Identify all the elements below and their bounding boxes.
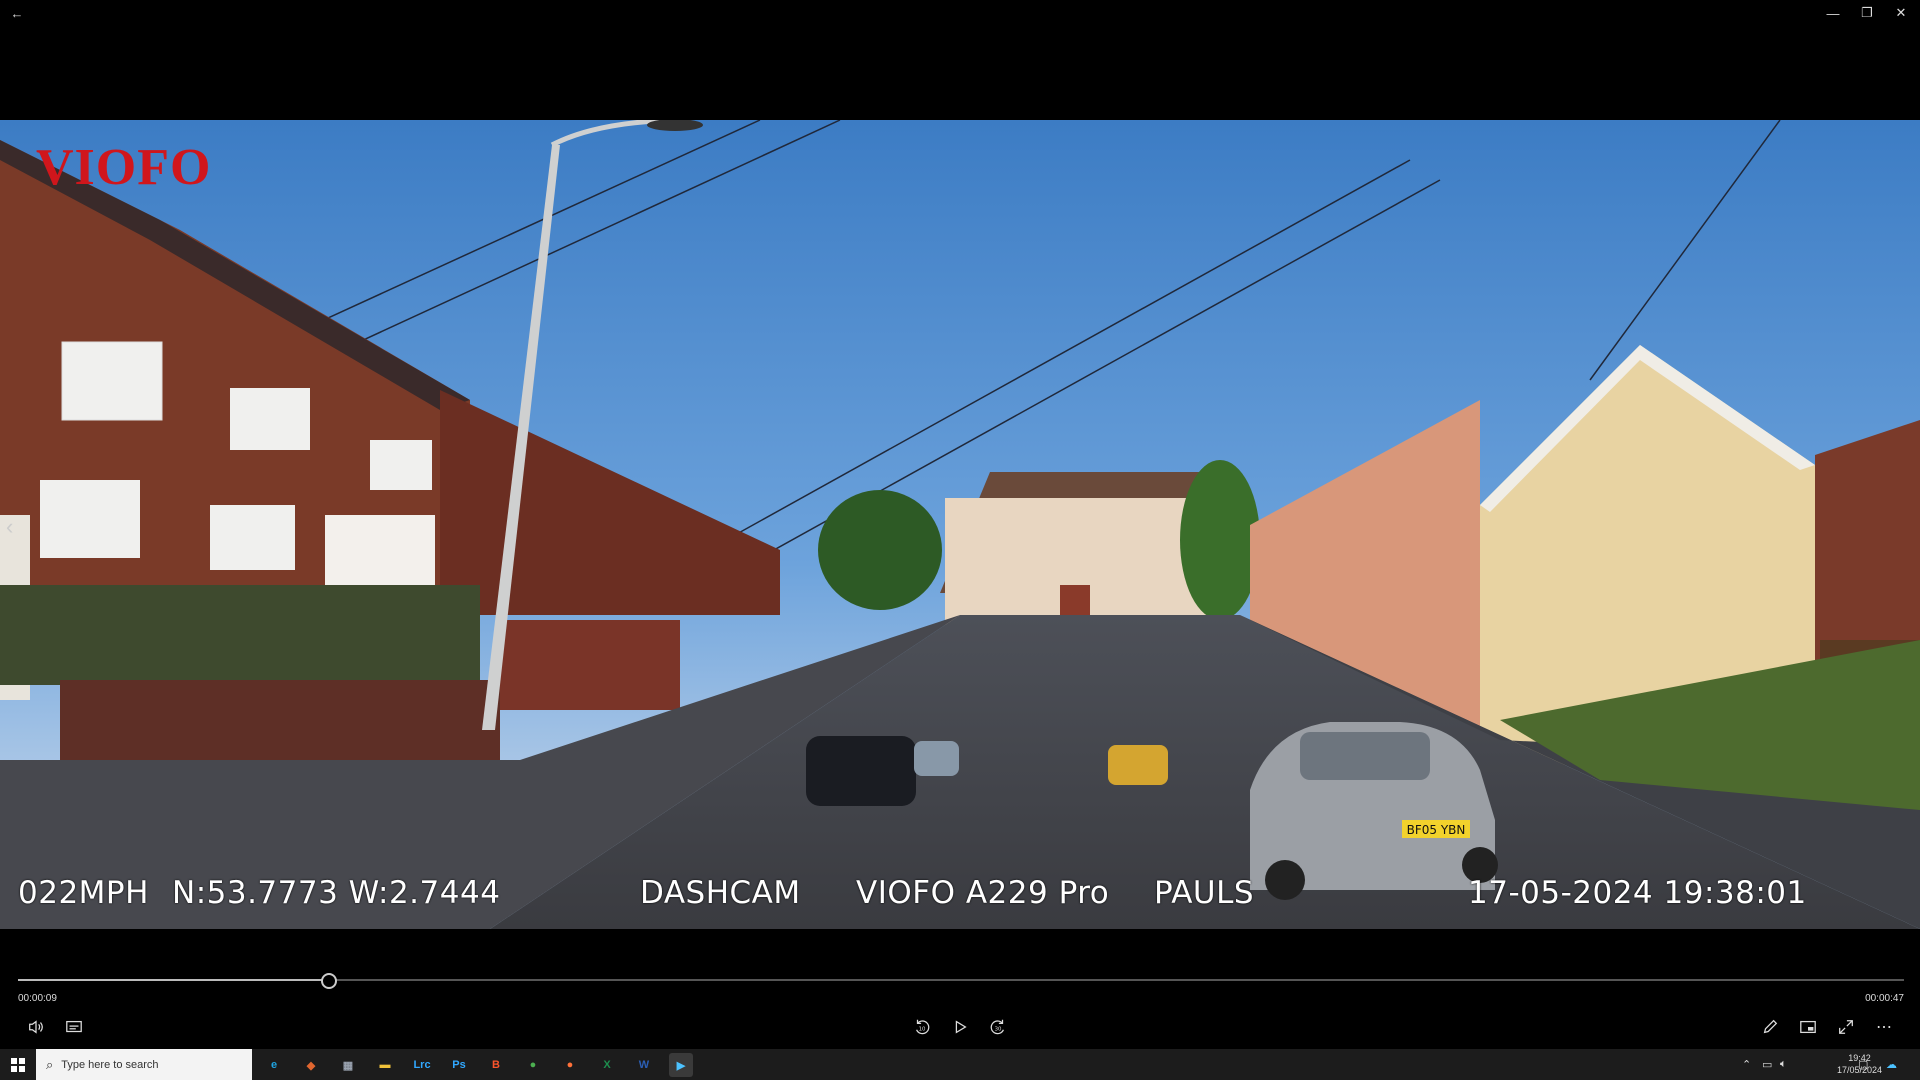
calculator-icon: ▦ (342, 1059, 354, 1072)
miniview-icon (1800, 1020, 1816, 1034)
osd-gps: N:53.7773 W:2.7444 (172, 875, 501, 911)
taskbar-search[interactable]: ⌕ Type here to search (36, 1049, 252, 1080)
notifications-button[interactable]: ▢ (1858, 1049, 1868, 1080)
firefox-icon: ● (566, 1059, 574, 1071)
current-time: 00:00:09 (18, 993, 57, 1004)
license-plate-text: BF05 YBN (1407, 823, 1466, 837)
network-icon: ▭ (1762, 1059, 1773, 1071)
taskbar-app-chrome[interactable]: ● (521, 1053, 545, 1077)
taskbar: ⌕ Type here to search e ◆ ▦ ▬ Lrc Ps B ● ● X W ▶ ⌃ … (0, 1049, 1920, 1080)
back-button[interactable]: ← (0, 0, 34, 26)
chevron-left-icon[interactable]: ‹ (6, 514, 13, 540)
arrow-left-icon: ← (10, 5, 24, 21)
play-button[interactable] (946, 1013, 974, 1041)
osd-label: DASHCAM (640, 875, 801, 911)
taskbar-app-file-explorer[interactable]: ▬ (373, 1053, 397, 1077)
network-button[interactable]: ▭ (1762, 1049, 1772, 1080)
osd-model: VIOFO A229 Pro (856, 875, 1110, 911)
minimize-icon: — (1826, 5, 1840, 21)
windows-icon (11, 1057, 25, 1072)
fullscreen-icon (1839, 1020, 1853, 1034)
taskbar-app-calculator[interactable]: ▦ (336, 1053, 360, 1077)
viofo-watermark: VIOFO (36, 139, 212, 196)
more-icon: ⋯ (1876, 1019, 1892, 1036)
notification-icon: ▢ (1858, 1059, 1869, 1071)
edge-icon: e (270, 1059, 278, 1071)
tray-overflow-button[interactable]: ⌃ (1742, 1049, 1751, 1080)
total-time: 00:00:47 (1865, 993, 1904, 1004)
excel-icon: X (603, 1059, 611, 1071)
play-icon (955, 1020, 967, 1034)
volume-button[interactable] (22, 1013, 50, 1041)
search-placeholder: Type here to search (61, 1058, 159, 1071)
more-button[interactable]: ⋯ (1870, 1013, 1898, 1041)
weather-button[interactable]: ☁ (1886, 1049, 1897, 1080)
lightroom-icon: Lrc (413, 1059, 431, 1071)
fullscreen-button[interactable] (1832, 1013, 1860, 1041)
taskbar-app-media-player[interactable]: ▶ (669, 1053, 693, 1077)
close-icon: ✕ (1895, 5, 1907, 20)
paint-icon: ◆ (306, 1059, 316, 1072)
restore-button[interactable]: ❐ (1850, 0, 1884, 26)
search-icon: ⌕ (46, 1056, 54, 1072)
seek-bar[interactable] (18, 973, 1904, 989)
rewind-10-icon: 10 (916, 1019, 930, 1035)
video-frame[interactable]: BF05 YBN (0, 120, 1920, 929)
subtitles-icon (66, 1020, 82, 1033)
pencil-icon (1763, 1019, 1778, 1034)
subtitles-button[interactable] (60, 1013, 88, 1041)
speaker-button[interactable]: 🔈︎ (1780, 1049, 1787, 1080)
taskbar-app-excel[interactable]: X (595, 1053, 619, 1077)
restore-icon: ❐ (1861, 5, 1873, 20)
forward-30-icon: 30 (990, 1019, 1004, 1035)
osd-owner: PAULS (1154, 875, 1255, 911)
minimize-button[interactable]: — (1816, 0, 1850, 26)
taskbar-app-brave[interactable]: B (484, 1053, 508, 1077)
taskbar-app-lightroom[interactable]: Lrc (410, 1053, 434, 1077)
seek-thumb[interactable] (321, 973, 338, 989)
osd-datetime: 17-05-2024 19:38:01 (1468, 875, 1807, 911)
dashcam-scene: BF05 YBN (0, 120, 1920, 929)
taskbar-app-edge[interactable]: e (262, 1053, 286, 1077)
close-button[interactable]: ✕ (1884, 0, 1918, 26)
volume-icon (29, 1020, 43, 1034)
speaker-icon: 🔈︎ (1780, 1058, 1787, 1070)
chrome-icon: ● (529, 1059, 537, 1071)
edit-button[interactable] (1756, 1013, 1784, 1041)
forward-30-label: 30 (995, 1027, 1002, 1033)
taskbar-app-word[interactable]: W (632, 1053, 656, 1077)
brave-icon: B (492, 1059, 500, 1071)
forward-30-button[interactable]: 30 (984, 1013, 1012, 1041)
chevron-up-icon: ⌃ (1742, 1059, 1752, 1071)
photoshop-icon: Ps (452, 1059, 466, 1071)
taskbar-app-photoshop[interactable]: Ps (447, 1053, 471, 1077)
title-bar: ← — ❐ ✕ (0, 0, 1920, 26)
seek-bar-progress (18, 979, 330, 981)
weather-icon: ☁ (1886, 1059, 1897, 1071)
taskbar-app-paint[interactable]: ◆ (299, 1053, 323, 1077)
miniview-button[interactable] (1794, 1013, 1822, 1041)
media-player-icon: ▶ (676, 1059, 686, 1072)
rewind-10-label: 10 (919, 1027, 926, 1033)
rewind-10-button[interactable]: 10 (908, 1013, 936, 1041)
taskbar-app-firefox[interactable]: ● (558, 1053, 582, 1077)
osd-speed: 022MPH (18, 875, 149, 911)
word-icon: W (638, 1059, 650, 1071)
player-controls: 00:00:09 00:00:47 10 30 ⋯ (0, 929, 1920, 1049)
start-button[interactable] (0, 1049, 36, 1080)
file-explorer-icon: ▬ (379, 1059, 391, 1071)
